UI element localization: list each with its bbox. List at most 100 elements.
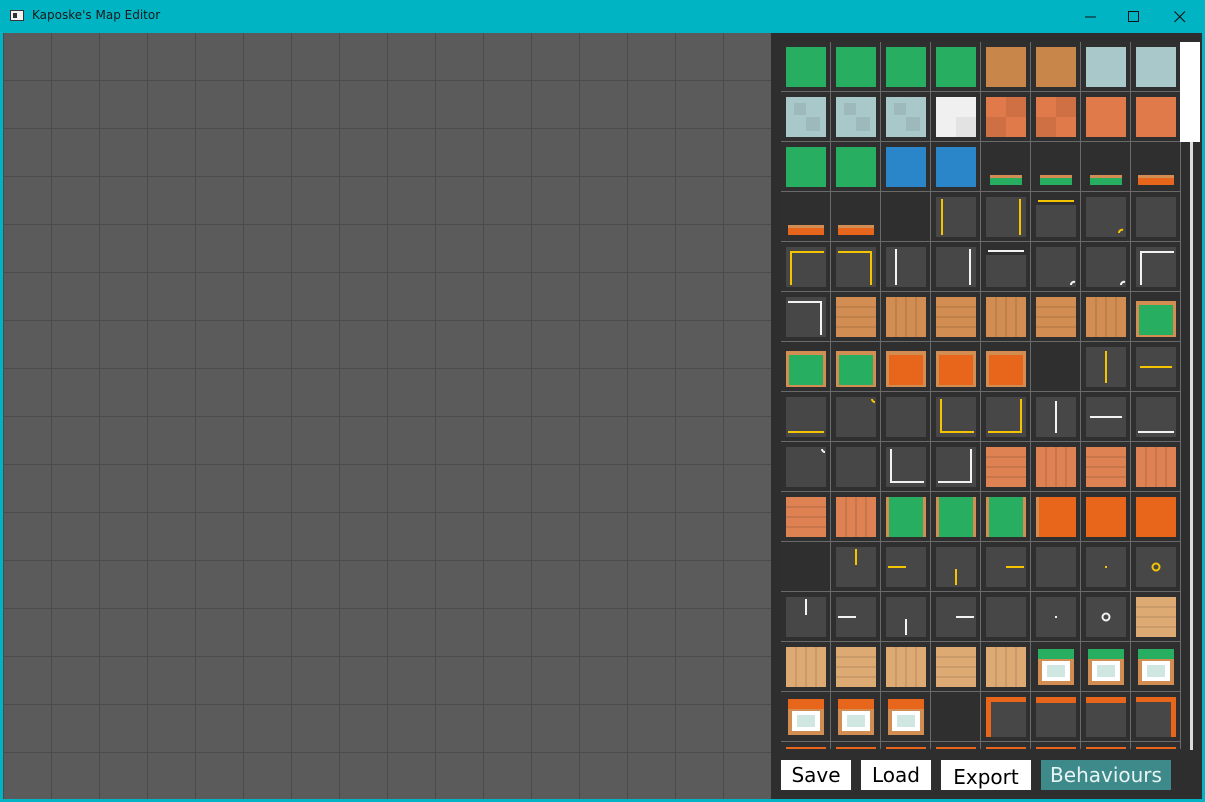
export-button[interactable]: Export [941, 760, 1031, 790]
palette-tile[interactable] [1136, 47, 1176, 87]
palette-tile[interactable] [886, 97, 926, 137]
palette-tile[interactable] [1136, 747, 1176, 749]
palette-tile[interactable] [836, 497, 876, 537]
palette-tile[interactable] [836, 547, 876, 587]
palette-tile[interactable] [1136, 97, 1176, 137]
palette-tile[interactable] [786, 197, 826, 237]
palette-tile[interactable] [1036, 447, 1076, 487]
palette-tile[interactable] [1036, 147, 1076, 187]
palette-tile[interactable] [1036, 547, 1076, 587]
palette-tile[interactable] [886, 297, 926, 337]
palette-tile[interactable] [986, 497, 1026, 537]
palette-tile[interactable] [1086, 547, 1126, 587]
palette-tile[interactable] [1036, 697, 1076, 737]
palette-tile[interactable] [1136, 447, 1176, 487]
palette-tile[interactable] [786, 547, 826, 587]
palette-tile[interactable] [936, 197, 976, 237]
palette-tile[interactable] [986, 547, 1026, 587]
palette-tile[interactable] [1086, 347, 1126, 387]
palette-tile[interactable] [886, 347, 926, 387]
save-button[interactable]: Save [781, 760, 851, 790]
close-button[interactable] [1157, 0, 1203, 33]
palette-tile[interactable] [1036, 297, 1076, 337]
palette-tile[interactable] [986, 197, 1026, 237]
palette-tile[interactable] [986, 747, 1026, 749]
palette-tile[interactable] [1136, 347, 1176, 387]
palette-tile[interactable] [1086, 197, 1126, 237]
palette-tile[interactable] [786, 447, 826, 487]
palette-tile[interactable] [1136, 696, 1177, 737]
palette-tile[interactable] [936, 547, 976, 587]
palette-tile[interactable] [1036, 597, 1076, 637]
palette-tile[interactable] [836, 597, 876, 637]
palette-tile[interactable] [836, 147, 876, 187]
palette-tile[interactable] [836, 697, 876, 737]
palette-tile[interactable] [936, 147, 976, 187]
palette-tile[interactable] [836, 347, 876, 387]
palette-tile[interactable] [1036, 97, 1076, 137]
palette-tile[interactable] [1136, 647, 1176, 687]
palette-tile[interactable] [1136, 597, 1176, 637]
palette-tile[interactable] [1086, 447, 1126, 487]
palette-tile[interactable] [786, 397, 826, 437]
palette-tile[interactable] [1036, 47, 1076, 87]
palette-tile[interactable] [886, 247, 926, 287]
map-canvas[interactable] [3, 33, 771, 799]
title-bar[interactable]: Kaposke's Map Editor [0, 0, 1205, 33]
palette-tile[interactable] [836, 647, 876, 687]
palette-tile[interactable] [985, 696, 1026, 737]
palette-tile[interactable] [1136, 397, 1176, 437]
palette-tile[interactable] [1036, 197, 1076, 237]
palette-tile[interactable] [1136, 547, 1176, 587]
palette-tile[interactable] [786, 247, 826, 287]
palette-tile[interactable] [1036, 497, 1076, 537]
palette-tile[interactable] [986, 97, 1026, 137]
palette-tile[interactable] [786, 47, 826, 87]
palette-tile[interactable] [1136, 197, 1176, 237]
palette-tile[interactable] [1136, 297, 1176, 337]
palette-tile[interactable] [786, 497, 826, 537]
palette-tile[interactable] [936, 397, 976, 437]
palette-tile[interactable] [1086, 147, 1126, 187]
palette-tile[interactable] [936, 97, 976, 137]
palette-tile[interactable] [786, 147, 826, 187]
palette-tile[interactable] [1086, 397, 1126, 437]
palette-tile[interactable] [936, 497, 976, 537]
palette-scrollbar-track[interactable] [1190, 42, 1193, 750]
minimize-button[interactable] [1068, 0, 1114, 33]
palette-tile[interactable] [786, 647, 826, 687]
palette-tile[interactable] [1036, 747, 1076, 749]
palette-tile[interactable] [936, 47, 976, 87]
palette-tile[interactable] [886, 747, 926, 749]
palette-tile[interactable] [1136, 247, 1176, 287]
palette-tile[interactable] [786, 597, 826, 637]
palette-tile[interactable] [1086, 597, 1126, 637]
palette-tile[interactable] [986, 297, 1026, 337]
palette-tile[interactable] [836, 97, 876, 137]
palette-tile[interactable] [986, 147, 1026, 187]
palette-tile[interactable] [836, 197, 876, 237]
palette-tile[interactable] [886, 547, 926, 587]
palette-tile[interactable] [986, 247, 1026, 287]
palette-tile[interactable] [986, 647, 1026, 687]
palette-tile[interactable] [836, 247, 876, 287]
palette-tile[interactable] [936, 447, 976, 487]
palette-tile[interactable] [1036, 247, 1076, 287]
maximize-button[interactable] [1111, 0, 1157, 33]
palette-tile[interactable] [886, 697, 926, 737]
palette-tile[interactable] [886, 397, 926, 437]
palette-tile[interactable] [1086, 97, 1126, 137]
palette-tile[interactable] [786, 747, 826, 749]
palette-tile[interactable] [836, 447, 876, 487]
palette-tile[interactable] [986, 47, 1026, 87]
palette-tile[interactable] [1086, 747, 1126, 749]
palette-tile[interactable] [836, 297, 876, 337]
palette-tile[interactable] [1136, 147, 1176, 187]
palette-tile[interactable] [1086, 247, 1126, 287]
palette-tile[interactable] [1086, 497, 1126, 537]
palette-tile[interactable] [836, 747, 876, 749]
palette-scrollbar-thumb[interactable] [1180, 42, 1200, 142]
palette-tile[interactable] [1036, 397, 1076, 437]
palette-tile[interactable] [986, 447, 1026, 487]
palette-tile[interactable] [936, 647, 976, 687]
